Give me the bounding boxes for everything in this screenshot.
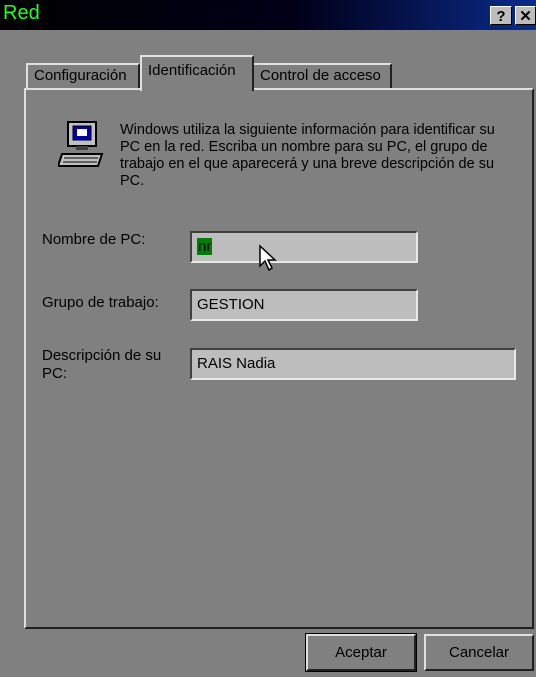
tab-label: Configuración (34, 67, 127, 84)
tab-control-de-acceso[interactable]: Control de acceso (252, 63, 392, 89)
window-title: Red (3, 2, 40, 24)
tab-identificacion[interactable]: Identificación (140, 55, 254, 91)
tab-label: Identificación (148, 62, 236, 79)
cancel-button[interactable]: Cancelar (424, 634, 534, 671)
help-button[interactable]: ? (490, 6, 512, 25)
title-bar[interactable]: Red ? ✕ (0, 0, 536, 30)
info-text: Windows utiliza la siguiente información… (120, 122, 495, 189)
workgroup-input[interactable]: GESTION (190, 289, 418, 321)
workgroup-label: Grupo de trabajo: (42, 294, 159, 311)
pc-name-input[interactable]: nr (190, 231, 418, 263)
network-dialog: Red ? ✕ Configuración Identificación Con… (0, 0, 536, 677)
description-input[interactable]: RAIS Nadia (190, 348, 516, 380)
tab-configuracion[interactable]: Configuración (26, 63, 140, 89)
mouse-pointer-icon (259, 244, 277, 272)
description-label: Descripción de su PC: (42, 347, 162, 382)
computer-icon (58, 121, 104, 167)
pc-name-value: nr (197, 238, 213, 255)
ok-button[interactable]: Aceptar (305, 633, 417, 672)
close-button[interactable]: ✕ (515, 6, 536, 25)
tab-label: Control de acceso (260, 67, 381, 84)
pc-name-label: Nombre de PC: (42, 231, 146, 248)
